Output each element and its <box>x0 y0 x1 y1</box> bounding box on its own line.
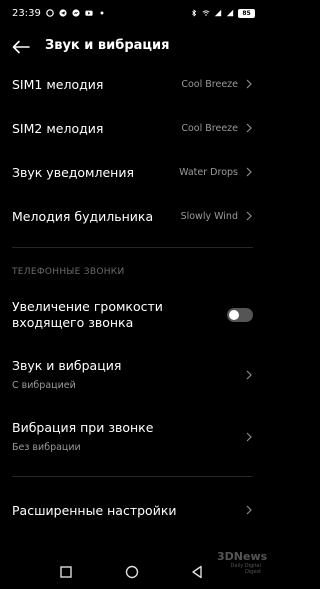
settings-screen: 23:39 85 Звук и вибрация SIM1 мелодия Co… <box>0 0 268 589</box>
arrow-left-icon <box>12 40 30 54</box>
chevron-right-icon <box>246 79 252 89</box>
youtube-icon <box>85 10 93 16</box>
row-sim1-ringtone[interactable]: SIM1 мелодия Cool Breeze <box>0 72 265 96</box>
row-value: Cool Breeze <box>181 122 238 134</box>
bluetooth-icon <box>192 9 197 17</box>
row-label: Вибрация при звонке <box>12 420 154 435</box>
section-divider <box>12 247 253 248</box>
recents-button[interactable] <box>58 564 74 580</box>
row-label: SIM2 мелодия <box>12 120 104 136</box>
signal-icon-2 <box>226 9 234 17</box>
row-label: Звук и вибрация <box>12 358 122 373</box>
row-label-line2: входящего звонка <box>12 315 134 330</box>
section-header-calls: ТЕЛЕФОННЫЕ ЗВОНКИ <box>12 267 125 277</box>
wifi-icon <box>202 10 210 16</box>
status-bar: 23:39 85 <box>0 0 265 26</box>
status-left: 23:39 <box>12 8 106 19</box>
row-value: Cool Breeze <box>181 78 238 90</box>
row-label: SIM1 мелодия <box>12 76 104 92</box>
row-subtitle: С вибрацией <box>12 380 76 391</box>
dot-icon <box>100 11 104 15</box>
watermark-tagline: Daily Digital Digest <box>230 563 261 575</box>
chevron-right-icon <box>246 211 252 221</box>
row-value: Slowly Wind <box>180 210 238 222</box>
section-divider <box>12 476 253 477</box>
row-label-line1: Увеличение громкости <box>12 299 163 314</box>
home-button[interactable] <box>124 564 140 580</box>
row-value: Water Drops <box>179 166 238 178</box>
row-sound-and-vibration[interactable]: Звук и вибрация С вибрацией <box>0 356 265 394</box>
chevron-right-icon <box>246 432 252 442</box>
chevron-right-icon <box>246 123 252 133</box>
back-nav-button[interactable] <box>189 564 205 580</box>
watermark-brand: 3DNews <box>217 550 268 563</box>
top-app-bar: Звук и вибрация <box>0 34 265 60</box>
messenger-icon <box>72 9 80 17</box>
battery-indicator: 85 <box>238 8 255 18</box>
row-subtitle: Без вибрации <box>12 442 81 453</box>
row-notification-sound[interactable]: Звук уведомления Water Drops <box>0 160 265 184</box>
row-advanced-settings[interactable]: Расширенные настройки <box>0 498 265 522</box>
chevron-right-icon <box>246 505 252 515</box>
chevron-right-icon <box>246 370 252 380</box>
toggle-knob <box>229 310 239 320</box>
back-button[interactable] <box>10 36 32 58</box>
row-alarm-ringtone[interactable]: Мелодия будильника Slowly Wind <box>0 204 265 228</box>
watermark-logo: 3DNews Daily Digital Digest <box>217 550 268 580</box>
row-label: Мелодия будильника <box>12 208 154 224</box>
row-label: Расширенные настройки <box>12 502 177 518</box>
notification-circle-icon <box>46 9 54 17</box>
chevron-right-icon <box>246 167 252 177</box>
status-time: 23:39 <box>12 7 41 19</box>
signal-icon <box>214 9 222 17</box>
row-sim2-ringtone[interactable]: SIM2 мелодия Cool Breeze <box>0 116 265 140</box>
row-label: Увеличение громкости входящего звонка <box>12 299 163 331</box>
row-label: Звук уведомления <box>12 164 134 180</box>
telegram-icon <box>59 9 67 17</box>
row-increasing-ring-volume[interactable]: Увеличение громкости входящего звонка <box>0 296 265 334</box>
page-title: Звук и вибрация <box>45 38 170 53</box>
status-right: 85 <box>190 8 255 18</box>
row-ring-vibration[interactable]: Вибрация при звонке Без вибрации <box>0 418 265 456</box>
increasing-volume-toggle[interactable] <box>227 308 253 322</box>
